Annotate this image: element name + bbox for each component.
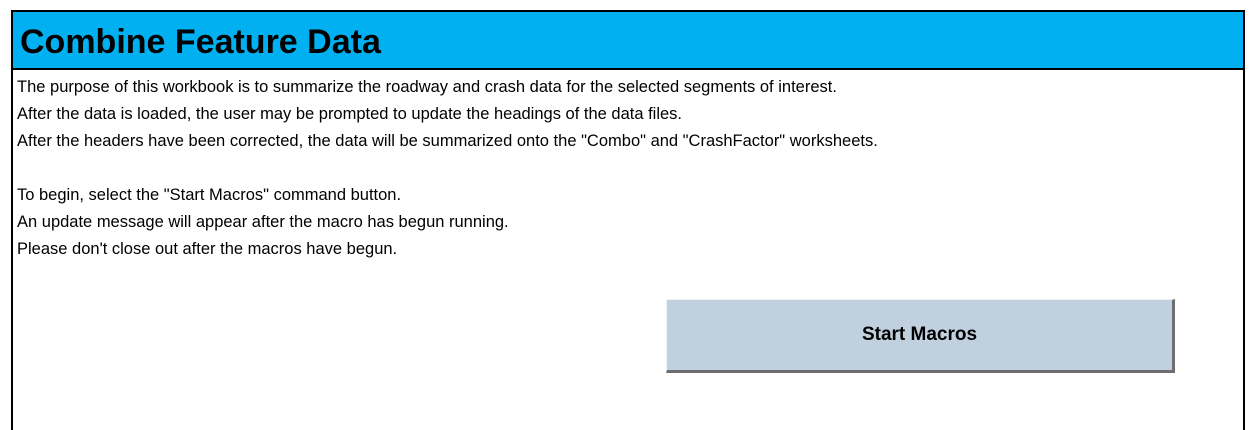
- instruction-line-begin: To begin, select the "Start Macros" comm…: [17, 186, 402, 204]
- start-macros-button[interactable]: Start Macros: [666, 299, 1175, 373]
- instruction-line-warning: Please don't close out after the macros …: [17, 240, 398, 258]
- instructions-block: The purpose of this workbook is to summa…: [17, 74, 1239, 263]
- instruction-line-purpose: The purpose of this workbook is to summa…: [17, 78, 837, 96]
- title-bar: Combine Feature Data: [13, 12, 1243, 70]
- worksheet-area: Combine Feature Data The purpose of this…: [11, 10, 1245, 430]
- instruction-line-update-message: An update message will appear after the …: [17, 213, 509, 231]
- page-title: Combine Feature Data: [20, 23, 381, 61]
- instruction-line-summary: After the headers have been corrected, t…: [17, 132, 878, 150]
- start-macros-button-label: Start Macros: [861, 324, 978, 345]
- instruction-line-prompt: After the data is loaded, the user may b…: [17, 105, 683, 123]
- instruction-line-blank: [17, 155, 1239, 182]
